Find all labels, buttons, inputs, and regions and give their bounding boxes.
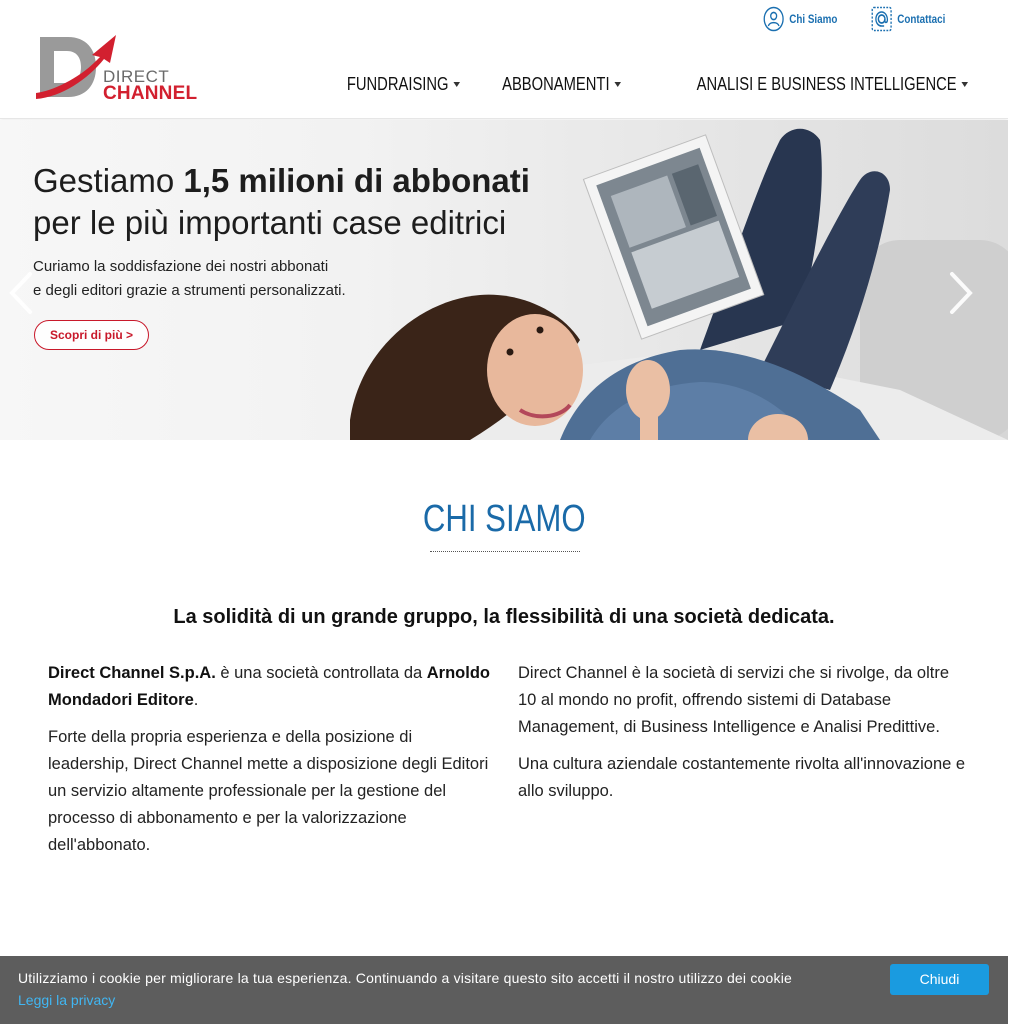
company-name: Direct Channel S.p.A. bbox=[48, 664, 216, 682]
hero-subtitle-line-1: Curiamo la soddisfazione dei nostri abbo… bbox=[33, 258, 329, 275]
nav-analisi-bi[interactable]: ANALISI E BUSINESS INTELLIGENCE bbox=[696, 74, 968, 95]
hero-carousel: Gestiamo 1,5 milioni di abbonati per le … bbox=[0, 120, 1008, 440]
nav-fundraising-label: FUNDRAISING bbox=[346, 74, 449, 94]
scopri-di-piu-button[interactable]: Scopri di più > bbox=[34, 320, 150, 350]
hero-headline-bold: 1,5 milioni di abbonati bbox=[183, 162, 530, 199]
direct-channel-logo[interactable]: DIRECT CHANNEL bbox=[34, 33, 204, 105]
page-scrollbar[interactable] bbox=[1008, 0, 1024, 1024]
caret-down-icon bbox=[961, 82, 968, 87]
hero-headline-prefix: Gestiamo bbox=[33, 162, 184, 199]
site-header: DIRECT CHANNEL Chi Siamo Contattaci FUND… bbox=[0, 0, 1008, 119]
caret-down-icon bbox=[614, 82, 621, 87]
cookie-close-button[interactable]: Chiudi bbox=[890, 964, 989, 995]
contattaci-link[interactable]: Contattaci bbox=[871, 6, 946, 32]
contattaci-label: Contattaci bbox=[897, 12, 946, 26]
about-left-text-2: . bbox=[193, 691, 199, 709]
logo-text-channel: CHANNEL bbox=[103, 83, 198, 104]
main-navigation: FUNDRAISING ABBONAMENTI ANALISI E BUSINE… bbox=[322, 74, 968, 95]
nav-abbonamenti-label: ABBONAMENTI bbox=[501, 74, 610, 94]
chi-siamo-heading-text: CHI SIAMO bbox=[422, 498, 586, 540]
carousel-prev-chevron-icon[interactable] bbox=[6, 270, 36, 316]
email-at-icon bbox=[871, 6, 893, 32]
people-icon bbox=[763, 6, 784, 32]
heading-divider bbox=[430, 551, 580, 552]
caret-down-icon bbox=[453, 82, 460, 87]
hero-subtitle-line-2: e degli editori grazie a strumenti perso… bbox=[33, 282, 346, 299]
chi-siamo-heading: CHI SIAMO bbox=[0, 498, 1008, 541]
chi-siamo-link[interactable]: Chi Siamo bbox=[763, 6, 837, 32]
about-left-paragraph-1: Direct Channel S.p.A. è una società cont… bbox=[48, 660, 496, 714]
cookie-banner: Utilizziamo i cookie per migliorare la t… bbox=[0, 956, 1008, 1024]
about-left-column: Direct Channel S.p.A. è una società cont… bbox=[48, 660, 496, 869]
cookie-message: Utilizziamo i cookie per migliorare la t… bbox=[18, 970, 792, 986]
about-left-text-1: è una società controllata da bbox=[215, 664, 427, 682]
about-right-paragraph-2: Una cultura aziendale costantemente rivo… bbox=[518, 755, 966, 800]
hero-subtitle: Curiamo la soddisfazione dei nostri abbo… bbox=[33, 255, 346, 303]
utility-links: Chi Siamo Contattaci bbox=[763, 6, 962, 32]
about-left-paragraph-2: Forte della propria esperienza e della p… bbox=[48, 728, 489, 854]
chi-siamo-lead: La solidità di un grande gruppo, la fles… bbox=[173, 606, 835, 628]
about-right-paragraph-1: Direct Channel è la società di servizi c… bbox=[518, 664, 950, 736]
nav-abbonamenti[interactable]: ABBONAMENTI bbox=[502, 74, 621, 95]
nav-fundraising[interactable]: FUNDRAISING bbox=[347, 74, 460, 95]
chi-siamo-label: Chi Siamo bbox=[788, 12, 838, 26]
privacy-link[interactable]: Leggi la privacy bbox=[18, 992, 115, 1008]
hero-headline-line-2: per le più importanti case editrici bbox=[33, 204, 507, 241]
carousel-next-chevron-icon[interactable] bbox=[946, 270, 976, 316]
about-right-column: Direct Channel è la società di servizi c… bbox=[518, 660, 966, 815]
hero-headline: Gestiamo 1,5 milioni di abbonati per le … bbox=[33, 160, 530, 244]
nav-analisi-bi-label: ANALISI E BUSINESS INTELLIGENCE bbox=[696, 74, 957, 94]
